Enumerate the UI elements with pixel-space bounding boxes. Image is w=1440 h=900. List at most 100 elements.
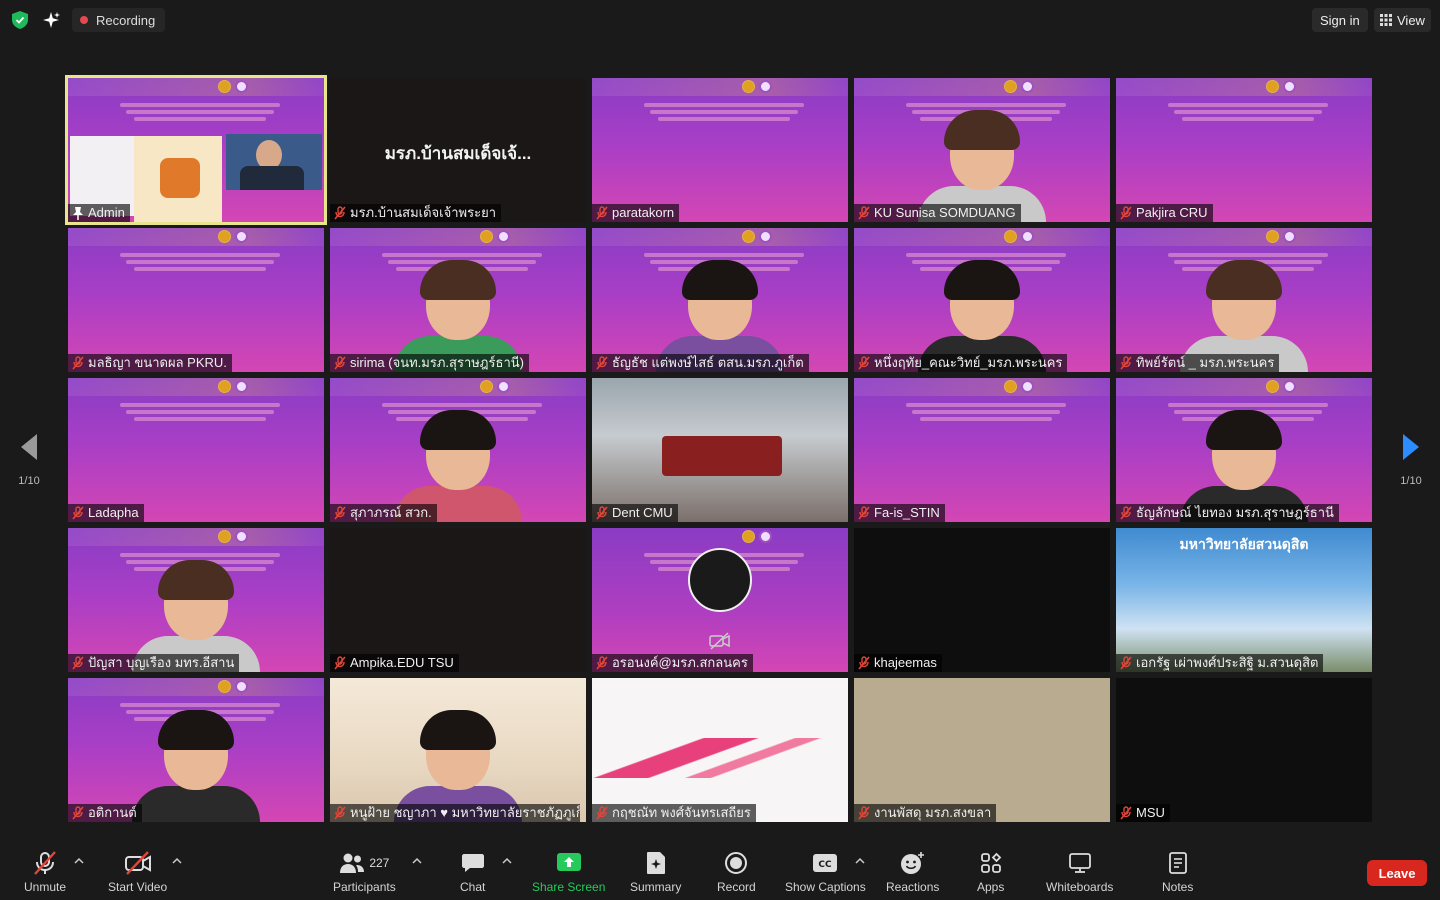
participant-name: ธัญลักษณ์ ไยทอง มรภ.สุราษฎร์ธานี (1136, 505, 1334, 520)
participant-tile[interactable]: มรภ.บ้านสมเด็จเจ้... มรภ.บ้านสมเด็จเจ้าพร… (330, 78, 586, 222)
participants-button[interactable]: 227 Participants (333, 850, 396, 896)
participant-name-label: khajeemas (854, 654, 942, 672)
summary-button[interactable]: Summary (630, 850, 681, 896)
unmute-label: Unmute (24, 880, 67, 894)
chevron-left-icon[interactable] (19, 432, 39, 462)
participant-name-label: ทิพย์รัตน์ _ มรภ.พระนคร (1116, 354, 1280, 372)
participant-tile[interactable]: Dent CMU (592, 378, 848, 522)
start-video-button[interactable]: Start Video (108, 850, 167, 896)
university-seal-icon (497, 230, 510, 243)
unmute-button[interactable]: Unmute (24, 850, 66, 896)
participant-tile[interactable]: หนึ่งฤทัย_คณะวิทย์_มรภ.พระนคร (854, 228, 1110, 372)
participant-tile[interactable]: Pakjira CRU (1116, 78, 1372, 222)
university-seal-icon (1283, 80, 1296, 93)
participant-tile[interactable]: ธัญลักษณ์ ไยทอง มรภ.สุราษฎร์ธานี (1116, 378, 1372, 522)
participant-name: ธัญธัช แต่พงษ์ไสธ์ ตสน.มรภ.ภูเก็ต (612, 355, 804, 370)
participant-name: Pakjira CRU (1136, 205, 1208, 220)
recording-indicator[interactable]: Recording (72, 8, 166, 32)
university-seal-icon (235, 230, 248, 243)
leave-button[interactable]: Leave (1367, 860, 1427, 886)
university-seal-icon (235, 530, 248, 543)
participant-tile[interactable]: อติกานต์ (68, 678, 324, 822)
participant-name-label: Pakjira CRU (1116, 204, 1213, 222)
participant-tile[interactable]: กฤชณัท พงศ์จันทรเสถียร (592, 678, 848, 822)
chat-bubble-icon (461, 854, 484, 872)
participant-tile[interactable]: Ampika.EDU TSU (330, 528, 586, 672)
participant-name: ทิพย์รัตน์ _ มรภ.พระนคร (1136, 355, 1275, 370)
participants-icon (340, 853, 365, 873)
participant-display-name: มรภ.บ้านสมเด็จเจ้... (384, 144, 532, 163)
university-seal-icon (235, 80, 248, 93)
participant-tile[interactable]: MSU (1116, 678, 1372, 822)
participant-name: KU Sunisa SOMDUANG (874, 205, 1016, 220)
show-captions-button[interactable]: CC Show Captions (785, 850, 866, 896)
video-options-caret-icon[interactable] (172, 856, 182, 866)
university-seal-icon (759, 80, 772, 93)
participant-tile[interactable]: ปัญสา บุญเรือง มทร.อีสาน (68, 528, 324, 672)
audio-options-caret-icon[interactable] (74, 856, 84, 866)
chat-options-caret-icon[interactable] (502, 856, 512, 866)
participant-name: paratakorn (612, 205, 675, 220)
captions-options-caret-icon[interactable] (855, 856, 865, 866)
university-seal-icon (497, 380, 510, 393)
university-seal-icon (1266, 230, 1279, 243)
participant-name-label: paratakorn (592, 204, 680, 222)
page-indicator-left: 1/10 (18, 475, 40, 487)
emoji-reaction-icon (900, 852, 924, 874)
participant-tile[interactable]: มลธิญา ขนาดผล PKRU. (68, 228, 324, 372)
participant-tile[interactable]: Admin (65, 75, 327, 225)
participant-tile[interactable]: khajeemas (854, 528, 1110, 672)
participant-tile[interactable]: สุภาภรณ์ สวก. (330, 378, 586, 522)
participant-name-label: KU Sunisa SOMDUANG (854, 204, 1021, 222)
participant-name: ปัญสา บุญเรือง มทร.อีสาน (88, 655, 235, 670)
video-gallery: Admin มรภ.บ้านสมเด็จเจ้... มรภ.บ้านสมเด็จเ… (65, 75, 1372, 822)
muted-microphone-icon (1120, 656, 1132, 670)
participant-tile[interactable]: มหาวิทยาลัยสวนดุสิต เอกรัฐ เผ่าพงศ์ประสิฐ… (1116, 528, 1372, 672)
participant-tile[interactable]: อรอนงค์@มรภ.สกลนคร (592, 528, 848, 672)
pin-icon (73, 207, 83, 220)
apps-button[interactable]: Apps (977, 850, 1004, 896)
chat-button[interactable]: Chat (460, 850, 485, 896)
participant-name-label: กฤชณัท พงศ์จันทรเสถียร (592, 804, 756, 822)
muted-microphone-icon (858, 806, 870, 820)
previous-page-nav[interactable]: 1/10 (9, 432, 49, 487)
view-button[interactable]: View (1374, 8, 1431, 32)
muted-microphone-icon (72, 506, 84, 520)
share-screen-icon (556, 853, 581, 871)
participant-tile[interactable]: ธัญธัช แต่พงษ์ไสธ์ ตสน.มรภ.ภูเก็ต (592, 228, 848, 372)
apps-label: Apps (977, 880, 1005, 894)
participant-tile[interactable]: Fa-is_STIN (854, 378, 1110, 522)
participant-tile[interactable]: paratakorn (592, 78, 848, 222)
whiteboards-button[interactable]: Whiteboards (1046, 850, 1113, 896)
participant-tile[interactable]: งานพัสดุ มรภ.สงขลา (854, 678, 1110, 822)
participant-count: 227 (369, 856, 390, 870)
muted-microphone-icon (334, 356, 346, 370)
chevron-right-icon[interactable] (1401, 432, 1421, 462)
slide-text-lines (644, 100, 804, 124)
participants-options-caret-icon[interactable] (412, 856, 422, 866)
participant-tile[interactable]: sirima (จนท.มรภ.สุราษฎร์ธานี) (330, 228, 586, 372)
slide-text-lines (906, 400, 1066, 424)
next-page-nav[interactable]: 1/10 (1391, 432, 1431, 487)
university-seal-icon (218, 530, 231, 543)
record-button[interactable]: Record (717, 850, 756, 896)
university-seal-icon (1021, 380, 1034, 393)
summary-document-icon (646, 852, 665, 874)
university-seal-icon (742, 80, 755, 93)
participant-tile[interactable]: KU Sunisa SOMDUANG (854, 78, 1110, 222)
notes-button[interactable]: Notes (1162, 850, 1193, 896)
encryption-shield-icon[interactable] (12, 11, 28, 29)
slide-pink-stripe (592, 738, 848, 778)
participant-tile[interactable]: ทิพย์รัตน์ _ มรภ.พระนคร (1116, 228, 1372, 372)
sign-in-button[interactable]: Sign in (1312, 8, 1368, 32)
participant-tile[interactable]: Ladapha (68, 378, 324, 522)
ai-companion-icon[interactable] (42, 11, 60, 29)
share-screen-button[interactable]: Share Screen (532, 850, 605, 896)
reactions-button[interactable]: Reactions (886, 850, 939, 896)
participant-tile[interactable]: หนูฝ้าย ชญาภา ♥ มหาวิทยาลัยราชภัฏภูเก็ต (330, 678, 586, 822)
muted-microphone-icon (334, 506, 346, 520)
apps-icon (980, 852, 1001, 873)
participant-name-label: Ladapha (68, 504, 144, 522)
recording-dot-icon (80, 16, 88, 24)
obs-logo-icon (688, 548, 752, 612)
